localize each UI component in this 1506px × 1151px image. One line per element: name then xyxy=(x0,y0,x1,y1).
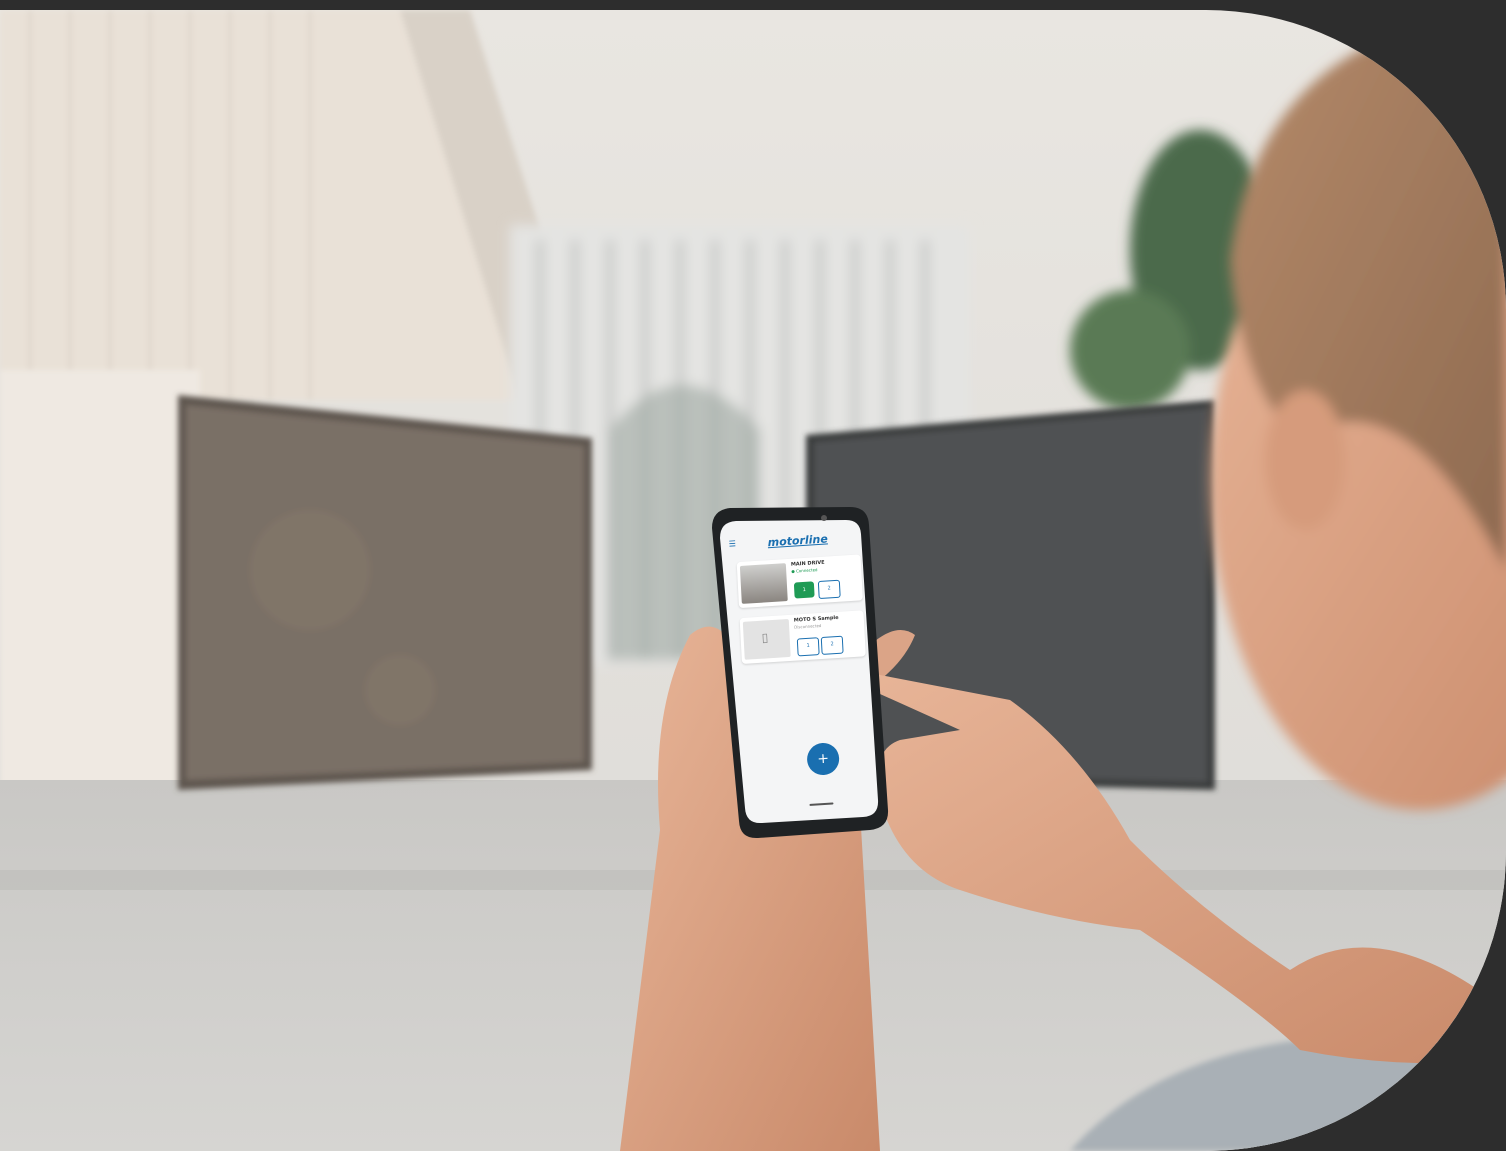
home-indicator xyxy=(809,802,834,806)
phone-screen: ☰ motorline MAIN DRIVE ● Connected 1 2 ▯… xyxy=(723,522,886,816)
device-button-1[interactable]: 1 xyxy=(796,637,820,657)
photo-scene: ☰ motorline MAIN DRIVE ● Connected 1 2 ▯… xyxy=(0,10,1506,1151)
device-card[interactable]: MAIN DRIVE ● Connected 1 2 xyxy=(736,554,863,609)
device-button-2[interactable]: 2 xyxy=(817,579,841,600)
front-camera xyxy=(821,515,827,521)
hamburger-menu-icon[interactable]: ☰ xyxy=(728,539,736,548)
device-status: ● Connected xyxy=(791,567,818,574)
brand-logo: motorline xyxy=(767,532,829,550)
device-name: MAIN DRIVE xyxy=(790,559,825,568)
device-button-1[interactable]: 1 xyxy=(793,581,815,599)
device-button-2[interactable]: 2 xyxy=(820,635,844,655)
remote-thumbnail: ▯ xyxy=(742,618,791,660)
left-gate xyxy=(178,395,592,790)
background-frame: ☰ motorline MAIN DRIVE ● Connected 1 2 ▯… xyxy=(0,0,1506,1151)
add-device-fab[interactable]: + xyxy=(806,742,840,776)
device-card[interactable]: ▯ MOTO S Sample Disconnected 1 2 xyxy=(739,610,866,664)
remote-control-icon: ▯ xyxy=(761,630,769,645)
device-thumbnail xyxy=(739,563,788,604)
device-status: Disconnected xyxy=(794,622,822,630)
